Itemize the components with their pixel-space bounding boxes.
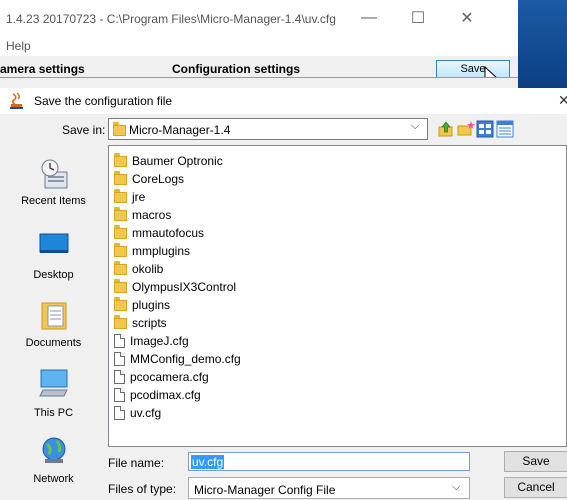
place-label: Network <box>33 473 74 485</box>
save-button[interactable]: Save <box>504 451 567 472</box>
close-button[interactable]: ✕ <box>444 2 490 34</box>
place-label: Documents <box>25 337 82 349</box>
folder-icon <box>114 296 127 311</box>
chevron-down-icon[interactable]: ⌵ <box>411 120 419 133</box>
list-item-label: CoreLogs <box>132 172 185 186</box>
place-this-pc[interactable]: This PC <box>7 366 100 426</box>
list-item-label: uv.cfg <box>130 406 162 420</box>
new-folder-icon[interactable] <box>457 120 475 138</box>
list-item-label: OlympusIX3Control <box>132 280 237 294</box>
place-label: Recent Items <box>21 195 86 207</box>
dialog-close-icon[interactable]: ✕ <box>558 92 567 109</box>
folder-icon <box>114 278 127 293</box>
folder-icon <box>114 206 127 221</box>
folder-icon <box>114 170 127 185</box>
list-item[interactable]: pcocamera.cfg <box>114 368 209 386</box>
file-icon <box>114 370 125 384</box>
file-icon <box>114 334 125 348</box>
file-list[interactable]: Baumer Optronic CoreLogs jre macros mmau… <box>108 145 567 447</box>
maximize-button[interactable]: ☐ <box>395 2 441 34</box>
list-item-label: mmplugins <box>132 244 191 258</box>
places-bar: Recent Items Desktop Documents This PC N… <box>7 144 100 496</box>
desktop-background <box>518 0 567 88</box>
folder-icon <box>114 152 127 167</box>
place-label: This PC <box>33 407 74 419</box>
minimize-button[interactable]: — <box>346 2 392 34</box>
list-item[interactable]: Baumer Optronic <box>114 152 223 170</box>
dialog-title: Save the configuration file <box>34 94 173 108</box>
list-item[interactable]: ImageJ.cfg <box>114 332 189 350</box>
list-item[interactable]: OlympusIX3Control <box>114 278 236 296</box>
list-item[interactable]: pcodimax.cfg <box>114 386 201 404</box>
folder-icon <box>113 122 126 136</box>
list-item[interactable]: mmplugins <box>114 242 190 260</box>
documents-icon <box>41 302 66 330</box>
list-item-label: pcocamera.cfg <box>130 370 209 384</box>
up-folder-icon[interactable] <box>437 120 455 138</box>
place-network[interactable]: Network <box>7 436 100 496</box>
this-pc-icon <box>38 369 68 397</box>
background-window-title: 1.4.23 20170723 - C:\Program Files\Micro… <box>6 12 336 26</box>
details-view-icon[interactable] <box>496 120 514 138</box>
list-view-icon[interactable] <box>476 120 494 138</box>
place-desktop[interactable]: Desktop <box>7 230 100 290</box>
folder-icon <box>114 314 127 329</box>
place-documents[interactable]: Documents <box>7 298 100 358</box>
list-item-label: plugins <box>132 298 171 312</box>
files-of-type-value: Micro-Manager Config File <box>194 483 336 497</box>
list-item[interactable]: uv.cfg <box>114 404 161 422</box>
java-icon <box>10 92 23 109</box>
list-item-label: scripts <box>132 316 167 330</box>
list-item[interactable]: jre <box>114 188 145 206</box>
cancel-button[interactable]: Cancel <box>504 477 567 498</box>
list-item-label: macros <box>132 208 172 222</box>
list-item[interactable]: macros <box>114 206 171 224</box>
network-icon <box>42 437 65 463</box>
recent-items-icon <box>41 159 67 189</box>
list-item-label: MMConfig_demo.cfg <box>130 352 241 366</box>
list-item[interactable]: mmautofocus <box>114 224 204 242</box>
list-item-label: mmautofocus <box>132 226 205 240</box>
list-item[interactable]: okolib <box>114 260 163 278</box>
folder-icon <box>114 224 127 239</box>
list-item[interactable]: CoreLogs <box>114 170 184 188</box>
file-icon <box>114 406 125 420</box>
folder-icon <box>114 260 127 275</box>
list-item[interactable]: MMConfig_demo.cfg <box>114 350 241 368</box>
folder-icon <box>114 188 127 203</box>
menu-bar <box>0 36 518 56</box>
save-in-label: Save in: <box>62 123 106 137</box>
list-item-label: ImageJ.cfg <box>130 334 189 348</box>
place-recent-items[interactable]: Recent Items <box>7 144 100 210</box>
list-item[interactable]: plugins <box>114 296 170 314</box>
menu-help[interactable]: Help <box>6 39 31 53</box>
list-item-label: okolib <box>132 262 164 276</box>
place-label: Desktop <box>33 269 74 281</box>
file-icon <box>114 352 125 366</box>
files-of-type-label: Files of type: <box>108 482 177 496</box>
folder-icon <box>114 242 127 257</box>
list-item[interactable]: scripts <box>114 314 167 332</box>
chevron-down-icon[interactable]: ⌵ <box>452 481 460 494</box>
desktop-icon <box>39 233 68 253</box>
list-item-label: jre <box>132 190 146 204</box>
file-name-value[interactable]: uv.cfg <box>191 455 225 469</box>
camera-settings-label: amera settings <box>0 62 85 76</box>
configuration-settings-label: Configuration settings <box>172 62 300 76</box>
file-name-input[interactable] <box>188 452 470 471</box>
save-in-value: Micro-Manager-1.4 <box>129 123 231 137</box>
file-icon <box>114 388 125 402</box>
file-name-label: File name: <box>108 456 165 470</box>
list-item-label: pcodimax.cfg <box>130 388 201 402</box>
list-item-label: Baumer Optronic <box>132 154 223 168</box>
